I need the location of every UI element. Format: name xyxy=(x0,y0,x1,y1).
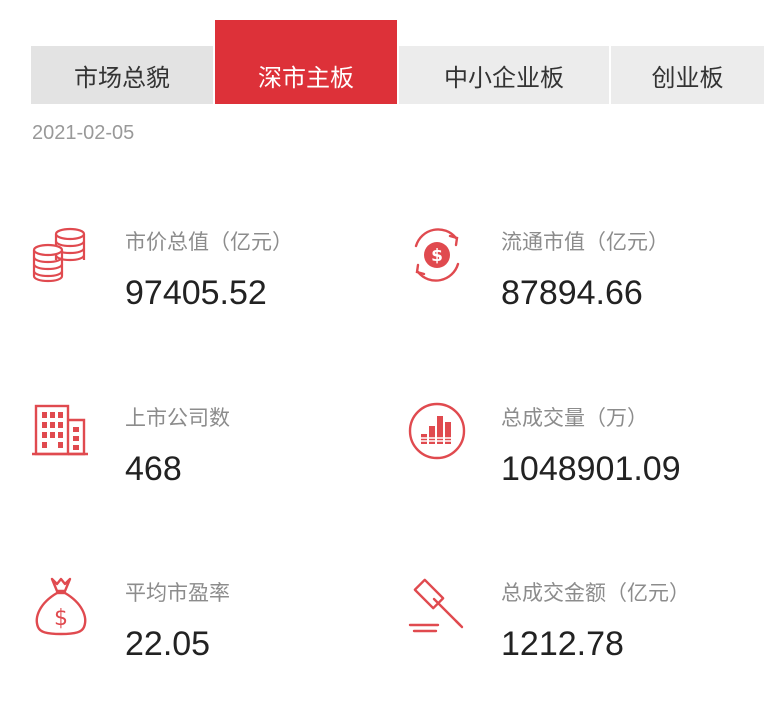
stat-total-turnover: 总成交金额（亿元） 1212.78 xyxy=(406,575,746,685)
stat-label: 流通市值（亿元） xyxy=(501,230,669,254)
stat-average-pe: $ 平均市盈率 22.05 xyxy=(30,575,370,685)
tab-market-overview[interactable]: 市场总貌 xyxy=(31,46,213,104)
svg-text:$: $ xyxy=(431,246,443,266)
coin-stack-icon xyxy=(32,227,86,283)
stat-listed-companies: 上市公司数 468 xyxy=(30,400,370,510)
stat-label: 总成交金额（亿元） xyxy=(501,581,690,605)
stat-value: 22.05 xyxy=(125,625,211,663)
svg-text:$: $ xyxy=(54,606,68,631)
stat-total-volume: 总成交量（万） 1048901.09 xyxy=(406,400,746,510)
stat-total-market-value: 市价总值（亿元） 97405.52 xyxy=(30,224,370,334)
tab-chinext[interactable]: 创业板 xyxy=(611,46,764,104)
stat-value: 1212.78 xyxy=(501,625,624,663)
stat-value: 468 xyxy=(125,450,182,488)
gavel-icon xyxy=(408,578,464,633)
dollar-cycle-icon: $ xyxy=(414,228,460,282)
stat-circulating-market-value: $ 流通市值（亿元） 87894.66 xyxy=(406,224,746,334)
bar-chart-circle-icon xyxy=(408,402,466,460)
stat-value: 97405.52 xyxy=(125,274,267,312)
stat-label: 平均市盈率 xyxy=(125,581,230,605)
stat-value: 1048901.09 xyxy=(501,450,681,488)
stat-label: 市价总值（亿元） xyxy=(125,230,293,254)
money-bag-icon: $ xyxy=(35,577,87,636)
data-date: 2021-02-05 xyxy=(32,122,135,144)
stat-value: 87894.66 xyxy=(501,274,643,312)
market-tabs: 市场总貌 深市主板 中小企业板 创业板 xyxy=(31,20,764,104)
tab-sme-board[interactable]: 中小企业板 xyxy=(399,46,609,104)
stat-label: 总成交量（万） xyxy=(501,406,648,430)
stat-label: 上市公司数 xyxy=(125,406,230,430)
tab-sz-main-board[interactable]: 深市主板 xyxy=(215,20,397,104)
building-icon xyxy=(32,404,88,456)
